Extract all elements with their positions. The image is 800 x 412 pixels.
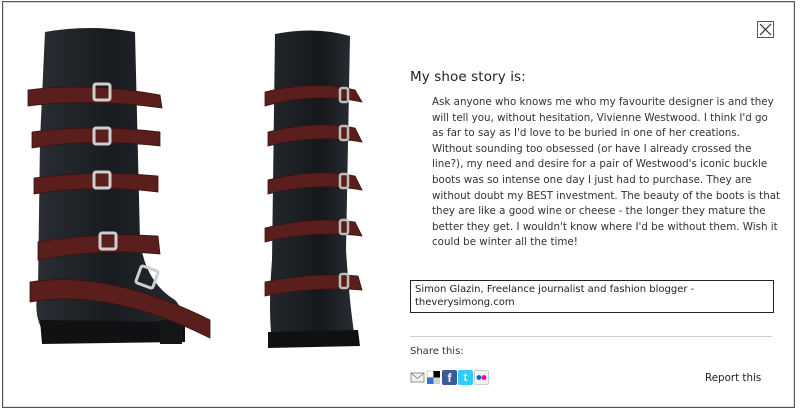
report-link[interactable]: Report this bbox=[705, 372, 761, 384]
facebook-letter: f bbox=[447, 370, 452, 385]
author-credit: Simon Glazin, Freelance journalist and f… bbox=[410, 280, 774, 313]
twitter-icon[interactable]: t bbox=[458, 370, 473, 385]
facebook-icon[interactable]: f bbox=[442, 370, 457, 385]
left-boot bbox=[27, 28, 211, 344]
twitter-letter: t bbox=[463, 371, 468, 384]
buckle-boots-photo bbox=[27, 28, 363, 348]
share-label: Share this: bbox=[410, 346, 464, 357]
divider bbox=[410, 336, 772, 337]
story-heading: My shoe story is: bbox=[410, 69, 526, 85]
share-icons: f t bbox=[410, 370, 489, 386]
story-body: Ask anyone who knows me who my favourite… bbox=[432, 96, 781, 249]
delicious-icon[interactable] bbox=[426, 370, 441, 385]
right-boot bbox=[264, 30, 363, 348]
close-icon[interactable] bbox=[757, 21, 774, 38]
flickr-icon[interactable] bbox=[474, 370, 489, 385]
email-icon[interactable] bbox=[410, 370, 425, 385]
